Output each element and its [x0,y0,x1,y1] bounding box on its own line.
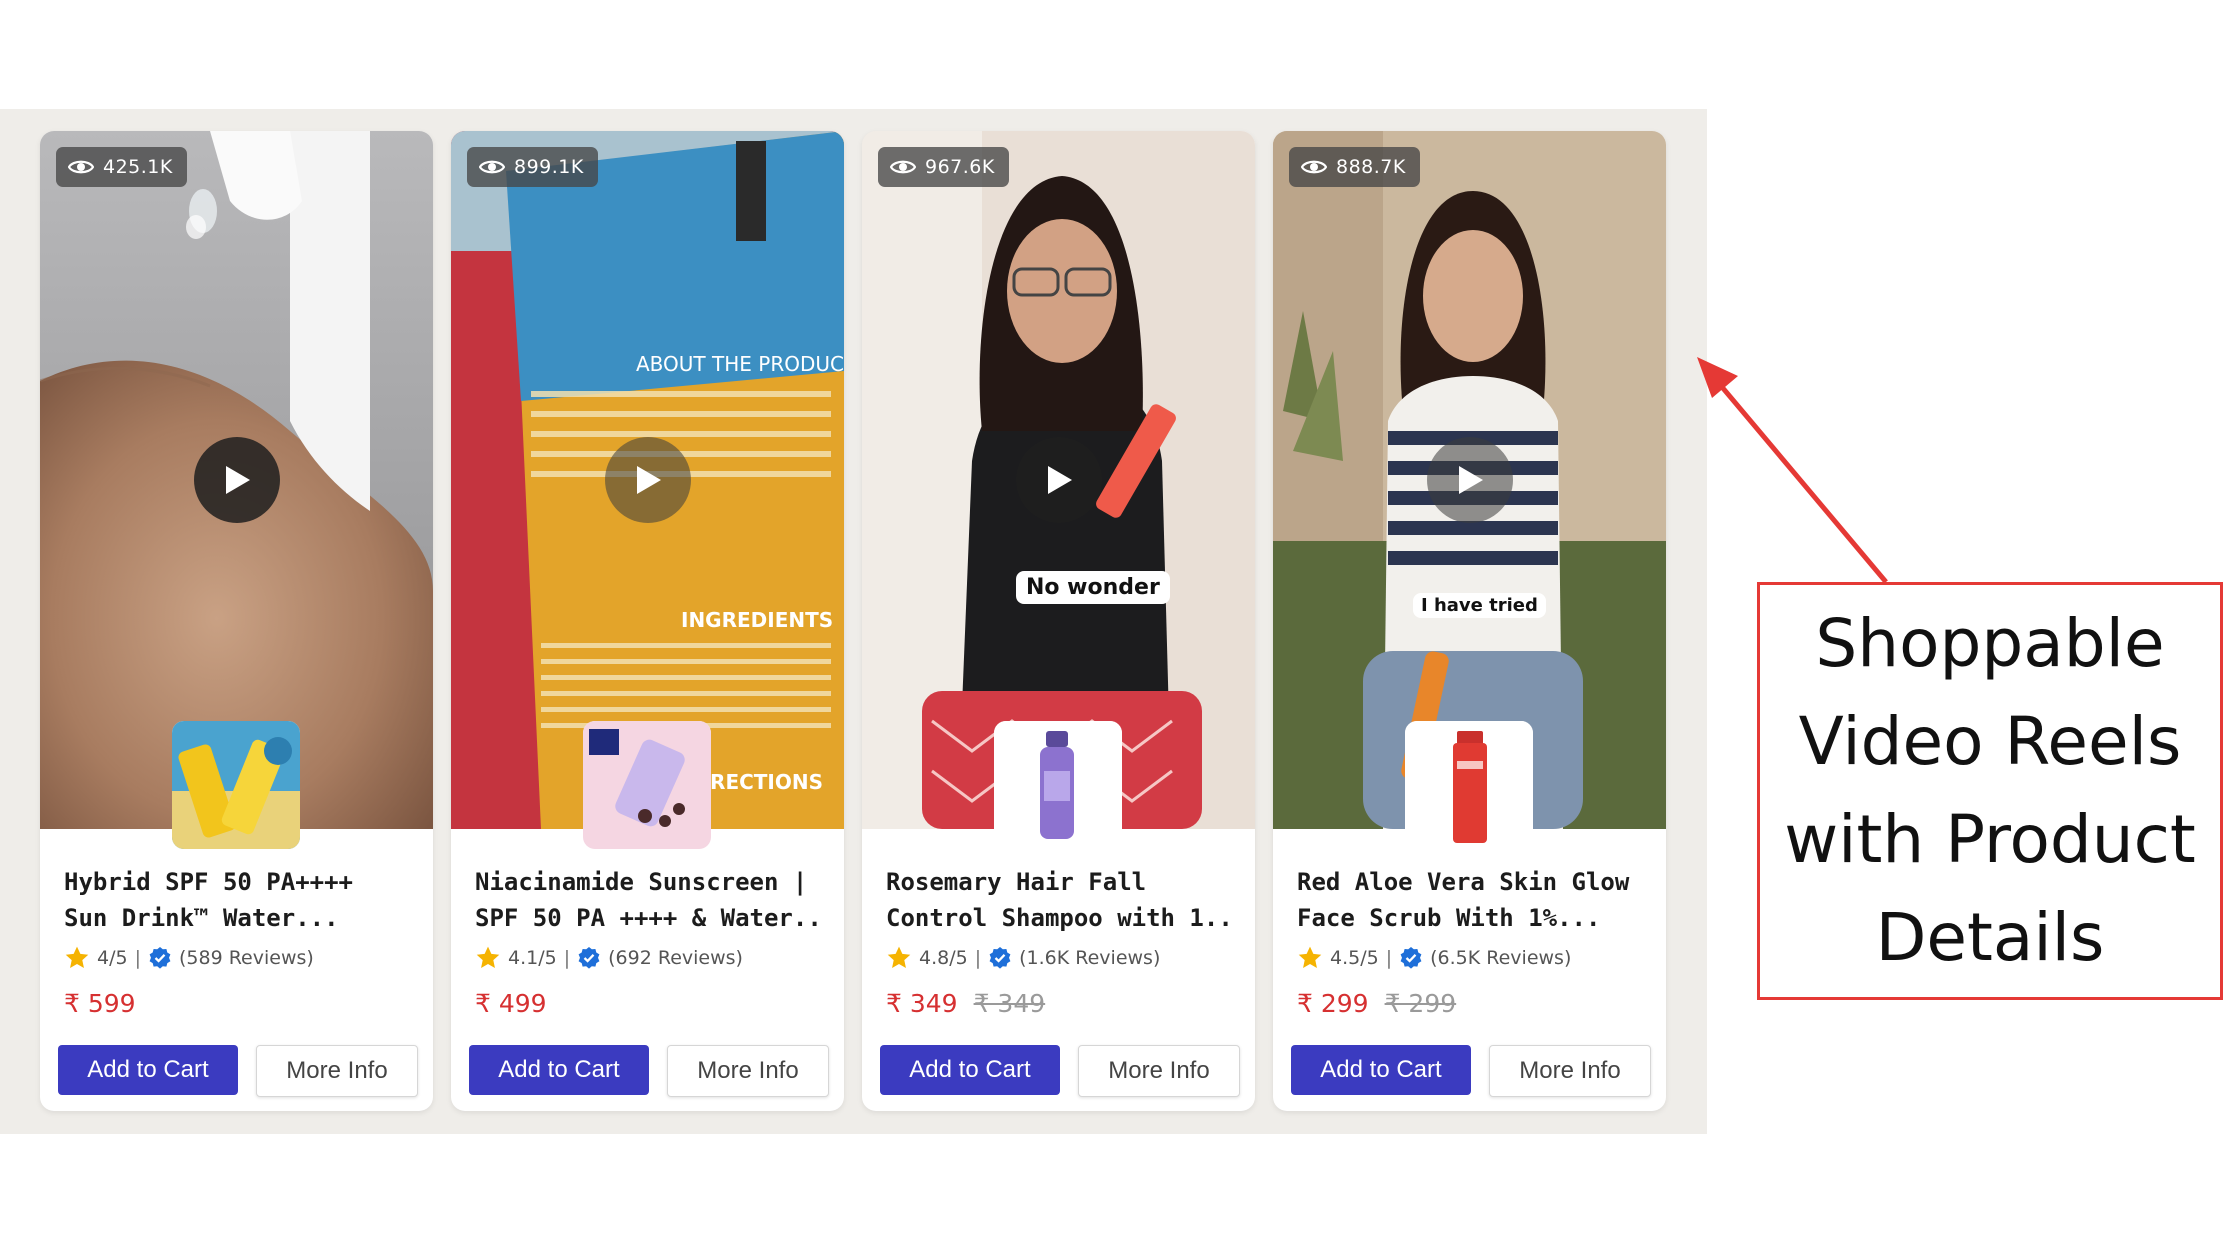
callout-line: Video Reels [1798,703,2182,780]
callout-line: Shoppable [1815,605,2165,682]
callout-box: Shoppable Video Reels with Product Detai… [1757,582,2223,1000]
callout-line: with Product [1784,801,2196,878]
callout-line: Details [1875,899,2105,976]
